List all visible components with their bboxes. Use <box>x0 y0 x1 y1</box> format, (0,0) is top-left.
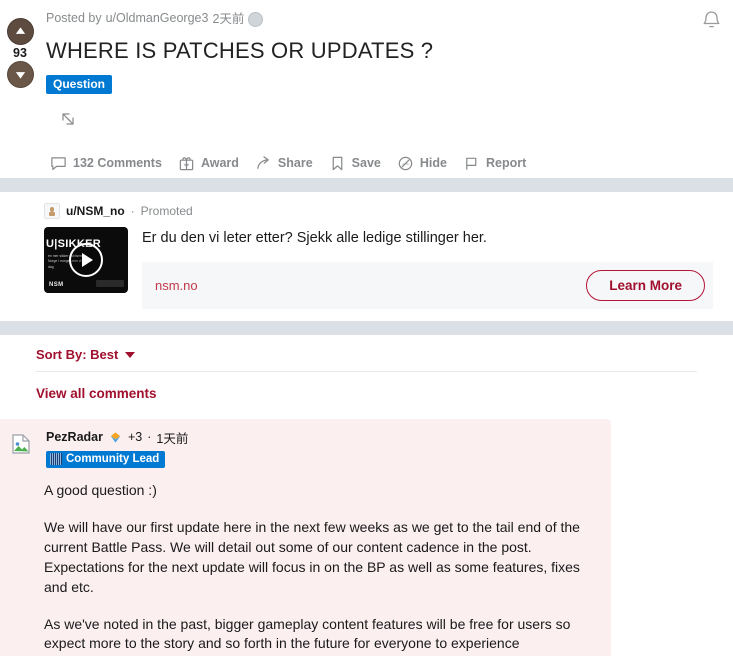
ad-thumb-button-shape <box>96 280 124 288</box>
ad-cta-bar: nsm.no Learn More <box>142 262 713 310</box>
ad-profile-icon <box>44 203 60 220</box>
post-award-label: Award <box>200 156 239 171</box>
post-upvote-button[interactable] <box>6 18 34 45</box>
post-vote-column: 93 <box>3 18 37 88</box>
post-comments-button[interactable]: 132 Comments <box>46 151 166 176</box>
comment-paragraph: A good question :) <box>44 482 157 499</box>
comments-toolbar: Sort By: Best View all comments <box>0 335 733 402</box>
post-award-button[interactable]: Award <box>174 151 243 176</box>
post-share-label: Share <box>277 156 313 171</box>
toolbar-divider <box>36 371 697 373</box>
community-lead-icon <box>50 453 62 466</box>
comment-body: A good question :) We will have our firs… <box>44 481 589 654</box>
post-save-label: Save <box>351 156 381 171</box>
ad-separator: · <box>130 204 135 219</box>
post-timestamp: 2天前 <box>212 12 245 26</box>
post-score: 93 <box>12 46 28 60</box>
bookmark-icon <box>329 155 346 172</box>
comment-award-count: +3 <box>127 430 143 445</box>
comment-paragraph: We will have our first update here in th… <box>44 519 580 595</box>
ad-header: u/NSM_no · Promoted <box>44 202 733 220</box>
comment-bubble-icon <box>50 155 67 172</box>
section-divider-band-2 <box>0 321 733 336</box>
share-arrow-icon <box>255 155 272 172</box>
post-report-button[interactable]: Report <box>459 151 530 176</box>
post-hide-button[interactable]: Hide <box>393 151 451 176</box>
post-share-button[interactable]: Share <box>251 151 317 176</box>
comment-author-link[interactable]: PezRadar <box>46 430 103 444</box>
community-lead-badge: Community Lead <box>46 451 166 469</box>
post-comments-label: 132 Comments <box>73 156 162 171</box>
post-title: WHERE IS PATCHES OR UPDATES ? <box>46 38 434 63</box>
ad-promoted-label: Promoted <box>140 204 193 219</box>
expand-arrows-icon[interactable] <box>60 111 86 133</box>
ad-url[interactable]: nsm.no <box>155 278 198 293</box>
ad-thumb-logo: NSM <box>49 282 64 289</box>
post-downvote-button[interactable] <box>6 61 34 88</box>
award-gift-icon <box>178 155 195 172</box>
section-divider-band-1 <box>0 178 733 193</box>
post-report-label: Report <box>485 156 527 171</box>
community-lead-label: Community Lead <box>66 453 160 466</box>
ad-main: U|SIKKER en mer sikker publisere i Norge… <box>44 227 733 310</box>
award-gem-icon <box>108 430 123 445</box>
post-hide-label: Hide <box>419 156 447 171</box>
broken-image-avatar-icon <box>10 433 32 455</box>
learn-more-button[interactable]: Learn More <box>586 270 705 302</box>
post-meta: Posted by u/OldmanGeorge3 2天前 <box>46 6 703 27</box>
report-flag-icon <box>463 155 480 172</box>
sort-by-dropdown[interactable]: Sort By: Best <box>36 347 136 371</box>
post-meta-prefix: Posted by <box>46 10 102 25</box>
view-all-comments-link[interactable]: View all comments <box>36 386 157 401</box>
sort-by-label: Sort By: Best <box>36 347 119 363</box>
comment-timestamp: 1天前 <box>156 431 189 446</box>
ad-video-thumbnail[interactable]: U|SIKKER en mer sikker publisere i Norge… <box>44 227 128 294</box>
post-flair-question[interactable]: Question <box>46 75 113 95</box>
ad-title[interactable]: Er du den vi leter etter? Sjekk alle led… <box>142 229 713 248</box>
post-author-avatar <box>248 12 264 27</box>
reddit-post-page: 93 Posted by u/OldmanGeorge3 2天前 WHERE I… <box>0 0 733 656</box>
post-container: 93 Posted by u/OldmanGeorge3 2天前 WHERE I… <box>0 0 733 179</box>
ad-content: Er du den vi leter etter? Sjekk alle led… <box>142 227 733 310</box>
comment-paragraph: As we've noted in the past, bigger gamep… <box>44 615 571 652</box>
play-button-icon[interactable] <box>69 243 103 278</box>
post-body: Posted by u/OldmanGeorge3 2天前 WHERE IS P… <box>46 0 733 133</box>
promoted-ad: u/NSM_no · Promoted U|SIKKER en mer sikk… <box>0 192 733 310</box>
comment-container: PezRadar +3 · 1天前 Community Lead A good … <box>0 419 611 656</box>
comment-header: PezRadar +3 · 1天前 <box>46 428 611 446</box>
notification-bell-icon[interactable] <box>699 6 723 32</box>
post-save-button[interactable]: Save <box>325 151 385 176</box>
ad-advertiser-link[interactable]: u/NSM_no <box>66 204 125 218</box>
comment-separator: · <box>147 430 152 445</box>
post-action-bar: 132 Comments Award Share Save Hide Repor… <box>46 148 733 178</box>
hide-eye-slash-icon <box>397 155 414 172</box>
post-author-link[interactable]: u/OldmanGeorge3 <box>106 11 209 25</box>
chevron-down-icon <box>125 351 136 358</box>
